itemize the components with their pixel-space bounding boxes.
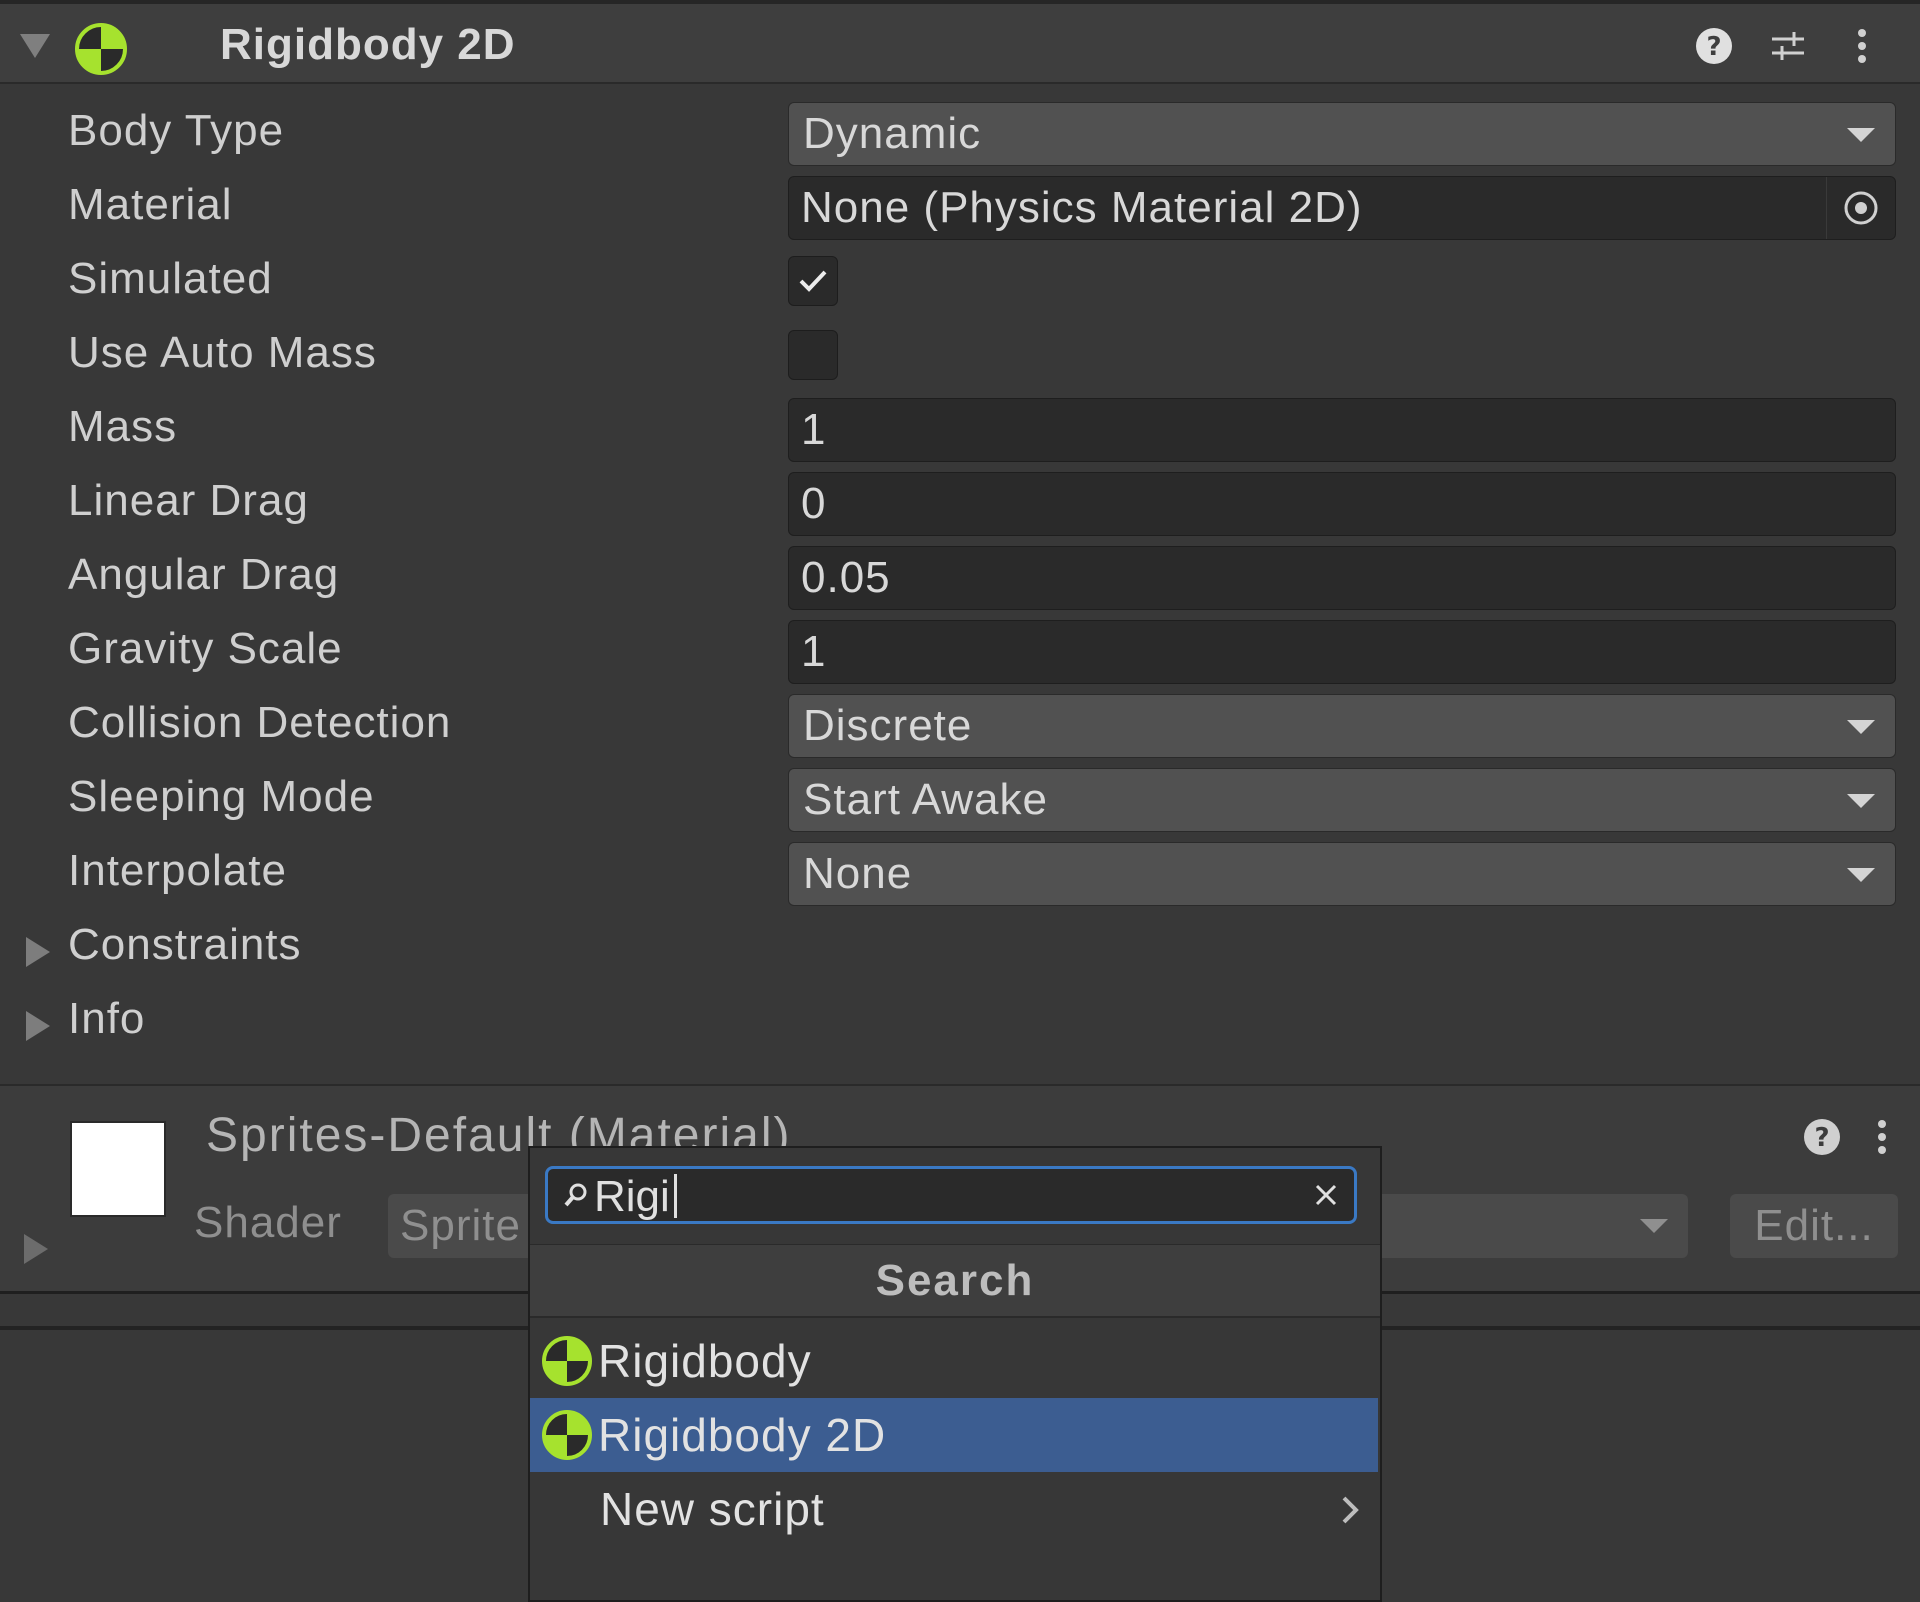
svg-text:?: ?: [1706, 32, 1721, 62]
mass-label: Mass: [68, 402, 178, 451]
checkmark-icon: [799, 270, 827, 292]
collision-detection-label: Collision Detection: [68, 698, 452, 747]
interpolate-value: None: [803, 849, 913, 898]
collision-detection-dropdown[interactable]: Discrete: [788, 694, 1896, 758]
object-picker-button[interactable]: [1826, 177, 1895, 239]
list-item-label: Rigidbody 2D: [598, 1409, 887, 1461]
gravity-scale-input[interactable]: 1: [788, 620, 1896, 684]
fold-right-icon: [26, 937, 50, 967]
target-picker-icon: [1844, 191, 1878, 225]
chevron-down-icon: [1847, 720, 1875, 734]
use-auto-mass-label: Use Auto Mass: [68, 328, 377, 377]
more-options-button[interactable]: [1838, 22, 1886, 70]
material-help-button[interactable]: ?: [1798, 1113, 1846, 1161]
chevron-right-icon: [1342, 1496, 1359, 1524]
more-options-icon: [1878, 1120, 1886, 1154]
sleeping-mode-dropdown[interactable]: Start Awake: [788, 768, 1896, 832]
linear-drag-label: Linear Drag: [68, 476, 309, 525]
list-item-rigidbody-2d[interactable]: Rigidbody 2D: [530, 1398, 1378, 1472]
help-button[interactable]: ?: [1690, 22, 1738, 70]
angular-drag-value: 0.05: [801, 553, 891, 602]
rigidbody-icon: [75, 23, 127, 75]
angular-drag-label: Angular Drag: [68, 550, 340, 599]
chevron-down-icon: [1847, 794, 1875, 808]
help-icon: ?: [1804, 1119, 1840, 1155]
interpolate-dropdown[interactable]: None: [788, 842, 1896, 906]
angular-drag-input[interactable]: 0.05: [788, 546, 1896, 610]
material-foldout[interactable]: [24, 1234, 48, 1264]
gravity-scale-value: 1: [801, 627, 827, 676]
constraints-label[interactable]: Constraints: [68, 920, 302, 970]
gravity-scale-label: Gravity Scale: [68, 624, 343, 673]
rigidbody-icon: [542, 1336, 592, 1386]
shader-value: Sprite: [400, 1201, 521, 1250]
list-item-label: New script: [600, 1483, 825, 1535]
fold-down-icon[interactable]: [20, 34, 50, 58]
list-item-new-script[interactable]: New script: [530, 1472, 1378, 1546]
collision-detection-value: Discrete: [803, 701, 973, 750]
list-item-rigidbody[interactable]: Rigidbody: [530, 1324, 1378, 1398]
fold-right-icon: [26, 1011, 50, 1041]
material-value: None (Physics Material 2D): [801, 183, 1363, 232]
material-more-options-button[interactable]: [1858, 1113, 1906, 1161]
search-results-header: Search: [530, 1244, 1380, 1318]
mass-value: 1: [801, 405, 827, 454]
more-options-icon: [1858, 29, 1866, 63]
info-label[interactable]: Info: [68, 994, 145, 1044]
body-type-label: Body Type: [68, 106, 285, 155]
info-foldout[interactable]: [26, 1011, 50, 1041]
simulated-checkbox[interactable]: [788, 256, 838, 306]
help-icon: ?: [1696, 28, 1732, 64]
search-icon: [564, 1183, 587, 1207]
simulated-label: Simulated: [68, 254, 273, 303]
rigidbody-icon: [542, 1410, 592, 1460]
chevron-down-icon: [1847, 868, 1875, 882]
material-label: Material: [68, 180, 233, 229]
body-type-value: Dynamic: [803, 109, 982, 158]
material-object-field[interactable]: None (Physics Material 2D): [788, 176, 1896, 240]
presets-button[interactable]: [1764, 22, 1812, 70]
fold-right-icon: [24, 1234, 48, 1264]
component-title: Rigidbody 2D: [220, 20, 516, 69]
constraints-foldout[interactable]: [26, 937, 50, 967]
presets-icon: [1772, 32, 1804, 60]
sleeping-mode-value: Start Awake: [803, 775, 1048, 824]
svg-text:?: ?: [1814, 1123, 1829, 1153]
list-item-label: Rigidbody: [598, 1335, 812, 1387]
shader-label: Shader: [194, 1198, 342, 1247]
clear-search-icon[interactable]: [1312, 1181, 1340, 1209]
material-preview-swatch: [70, 1121, 166, 1217]
component-header[interactable]: Rigidbody 2D ?: [0, 0, 1920, 84]
text-caret: [674, 1174, 677, 1218]
linear-drag-value: 0: [801, 479, 827, 528]
sleeping-mode-label: Sleeping Mode: [68, 772, 375, 821]
shader-edit-button[interactable]: Edit...: [1730, 1194, 1898, 1258]
search-input-value: Rigi: [594, 1172, 670, 1221]
use-auto-mass-checkbox[interactable]: [788, 330, 838, 380]
body-type-dropdown[interactable]: Dynamic: [788, 102, 1896, 166]
linear-drag-input[interactable]: 0: [788, 472, 1896, 536]
chevron-down-icon: [1640, 1219, 1668, 1233]
mass-input[interactable]: 1: [788, 398, 1896, 462]
interpolate-label: Interpolate: [68, 846, 287, 895]
chevron-down-icon: [1847, 128, 1875, 142]
